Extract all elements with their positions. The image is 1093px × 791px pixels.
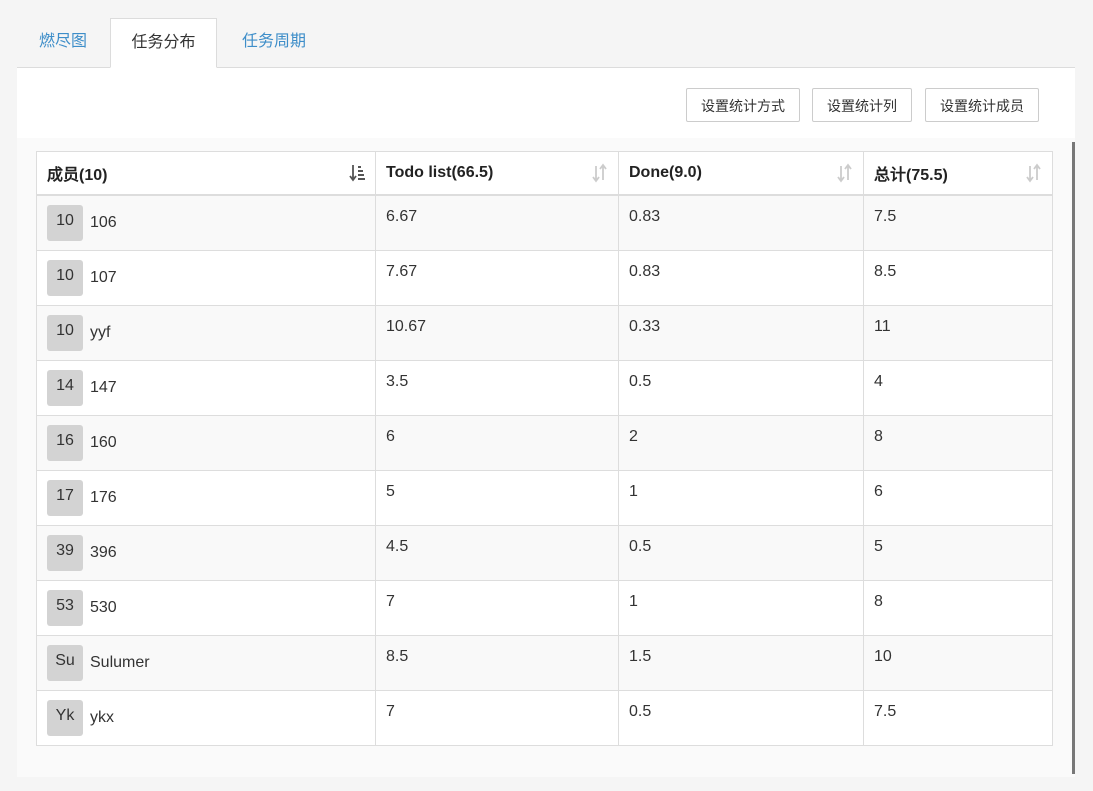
todo-cell: 3.5 (375, 359, 619, 416)
table-row: 10 107 7.67 0.83 8.5 (36, 249, 1053, 306)
header-label: 总计(75.5) (874, 167, 948, 184)
header-label: 成员(10) (47, 167, 108, 184)
todo-cell: 7 (375, 579, 619, 636)
todo-cell: 5 (375, 469, 619, 526)
header-todo[interactable]: Todo list(66.5) (375, 151, 619, 196)
table-row: Yk ykx 7 0.5 7.5 (36, 689, 1053, 746)
avatar: 10 (47, 205, 83, 241)
scrollbar[interactable] (1072, 142, 1075, 774)
total-cell: 4 (863, 359, 1053, 416)
tab-task-cycle[interactable]: 任务周期 (219, 18, 329, 68)
member-cell: 14 147 (36, 359, 376, 416)
done-cell: 0.33 (618, 304, 864, 361)
avatar: 39 (47, 534, 83, 571)
sort-both-icon[interactable] (836, 163, 854, 183)
todo-cell: 6.67 (375, 194, 619, 251)
tab-bar: 燃尽图 任务分布 任务周期 (17, 18, 1075, 68)
done-cell: 1 (618, 469, 864, 526)
table-row: 14 147 3.5 0.5 4 (36, 359, 1053, 416)
header-total[interactable]: 总计(75.5) (863, 151, 1053, 196)
member-stats-table: 成员(10) Todo list(66.5) Done(9.0) 总计(75.5… (36, 151, 1053, 746)
total-cell: 8 (863, 579, 1053, 636)
avatar: Su (47, 644, 83, 681)
table-row: 39 396 4.5 0.5 5 (36, 524, 1053, 581)
table-header-row: 成员(10) Todo list(66.5) Done(9.0) 总计(75.5… (36, 151, 1053, 196)
table-row: 10 106 6.67 0.83 7.5 (36, 194, 1053, 251)
sort-descending-icon[interactable] (348, 163, 366, 183)
avatar: 53 (47, 589, 83, 626)
header-done[interactable]: Done(9.0) (618, 151, 864, 196)
done-cell: 2 (618, 414, 864, 471)
sort-both-icon[interactable] (1025, 163, 1043, 183)
done-cell: 0.5 (618, 689, 864, 746)
toolbar: 设置统计方式 设置统计列 设置统计成员 (17, 68, 1075, 138)
member-name: ykx (90, 708, 114, 726)
header-member[interactable]: 成员(10) (36, 151, 376, 196)
done-cell: 0.83 (618, 194, 864, 251)
avatar: 17 (47, 479, 83, 516)
member-cell: 10 yyf (36, 304, 376, 361)
avatar: 14 (47, 369, 83, 406)
done-cell: 1.5 (618, 634, 864, 691)
member-name: 530 (90, 598, 117, 616)
total-cell: 10 (863, 634, 1053, 691)
todo-cell: 10.67 (375, 304, 619, 361)
set-members-button[interactable]: 设置统计成员 (925, 88, 1039, 122)
total-cell: 5 (863, 524, 1053, 581)
total-cell: 8.5 (863, 249, 1053, 306)
table-row: 10 yyf 10.67 0.33 11 (36, 304, 1053, 361)
done-cell: 0.5 (618, 524, 864, 581)
member-cell: Yk ykx (36, 689, 376, 746)
todo-cell: 7 (375, 689, 619, 746)
member-cell: 17 176 (36, 469, 376, 526)
member-name: yyf (90, 323, 111, 341)
tab-task-distribution[interactable]: 任务分布 (110, 18, 217, 68)
member-cell: Su Sulumer (36, 634, 376, 691)
table-row: 53 530 7 1 8 (36, 579, 1053, 636)
total-cell: 6 (863, 469, 1053, 526)
header-label: Done(9.0) (629, 164, 702, 181)
total-cell: 7.5 (863, 194, 1053, 251)
sort-both-icon[interactable] (591, 163, 609, 183)
member-name: 147 (90, 378, 117, 396)
avatar: 16 (47, 424, 83, 461)
total-cell: 8 (863, 414, 1053, 471)
table-row: 16 160 6 2 8 (36, 414, 1053, 471)
done-cell: 0.83 (618, 249, 864, 306)
member-name: 106 (90, 214, 117, 231)
member-name: 160 (90, 433, 117, 451)
member-cell: 39 396 (36, 524, 376, 581)
todo-cell: 6 (375, 414, 619, 471)
table-row: Su Sulumer 8.5 1.5 10 (36, 634, 1053, 691)
report-panel: 设置统计方式 设置统计列 设置统计成员 成员(10) Todo list(66.… (17, 67, 1075, 777)
member-name: 396 (90, 543, 117, 561)
total-cell: 7.5 (863, 689, 1053, 746)
avatar: 10 (47, 259, 83, 296)
todo-cell: 4.5 (375, 524, 619, 581)
todo-cell: 7.67 (375, 249, 619, 306)
avatar: 10 (47, 314, 83, 351)
set-columns-button[interactable]: 设置统计列 (812, 88, 912, 122)
member-cell: 10 106 (36, 194, 376, 251)
member-cell: 16 160 (36, 414, 376, 471)
table-row: 17 176 5 1 6 (36, 469, 1053, 526)
member-cell: 53 530 (36, 579, 376, 636)
avatar: Yk (47, 699, 83, 736)
member-name: 107 (90, 268, 117, 286)
member-name: Sulumer (90, 653, 150, 671)
done-cell: 1 (618, 579, 864, 636)
done-cell: 0.5 (618, 359, 864, 416)
member-cell: 10 107 (36, 249, 376, 306)
header-label: Todo list(66.5) (386, 164, 494, 181)
member-name: 176 (90, 488, 117, 506)
todo-cell: 8.5 (375, 634, 619, 691)
total-cell: 11 (863, 304, 1053, 361)
set-method-button[interactable]: 设置统计方式 (686, 88, 800, 122)
tab-burndown[interactable]: 燃尽图 (17, 18, 109, 68)
